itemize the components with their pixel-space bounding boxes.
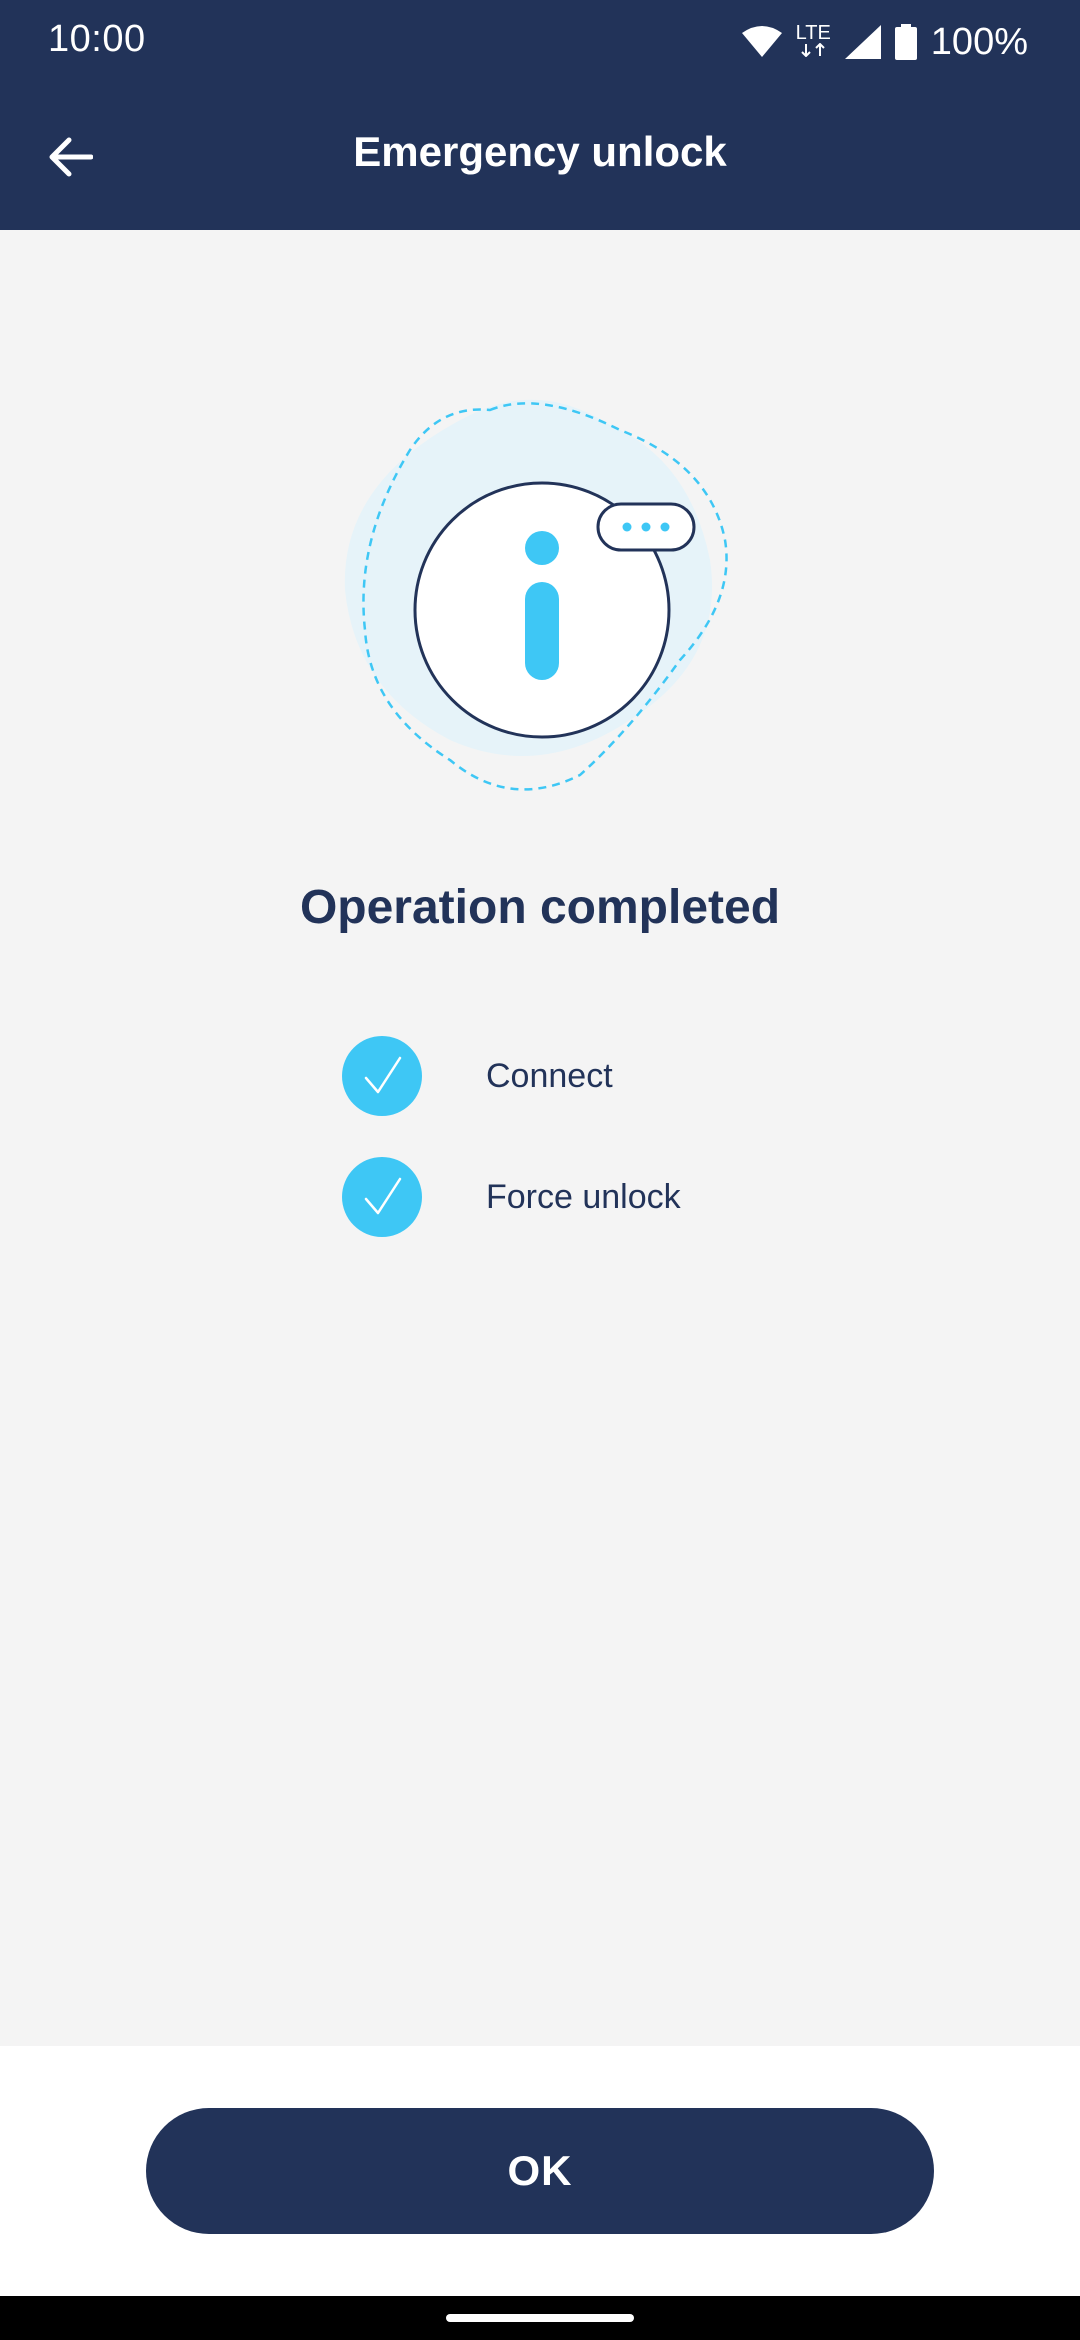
battery-icon: [894, 24, 917, 60]
step-force-unlock: Force unlock: [342, 1157, 681, 1237]
check-icon: [342, 1036, 422, 1116]
status-time: 10:00: [48, 18, 146, 60]
battery-percent: 100%: [930, 20, 1028, 63]
status-bar: 10:00 LTE 100%: [0, 0, 1080, 84]
ok-button[interactable]: OK: [146, 2108, 934, 2234]
step-label: Force unlock: [486, 1177, 681, 1216]
status-icons: LTE 100%: [741, 18, 1028, 66]
lte-label: LTE: [795, 22, 831, 44]
app-bar: Emergency unlock: [0, 84, 1080, 230]
info-illustration: [344, 399, 728, 791]
home-indicator[interactable]: [446, 2314, 634, 2322]
footer: OK: [0, 2046, 1080, 2296]
operation-heading: Operation completed: [299, 881, 781, 934]
ellipsis-bubble-icon: [596, 502, 696, 552]
page-title: Emergency unlock: [353, 128, 727, 175]
check-icon: [342, 1157, 422, 1237]
info-icon: [525, 531, 559, 680]
step-label: Connect: [486, 1056, 613, 1095]
wifi-icon: [741, 26, 782, 57]
system-nav-bar: [0, 2296, 1080, 2340]
main-content: Operation completed Connect Force unlock: [0, 230, 1080, 2046]
lte-icon: LTE: [796, 23, 831, 57]
step-connect: Connect: [342, 1036, 613, 1116]
signal-icon: [844, 25, 881, 59]
